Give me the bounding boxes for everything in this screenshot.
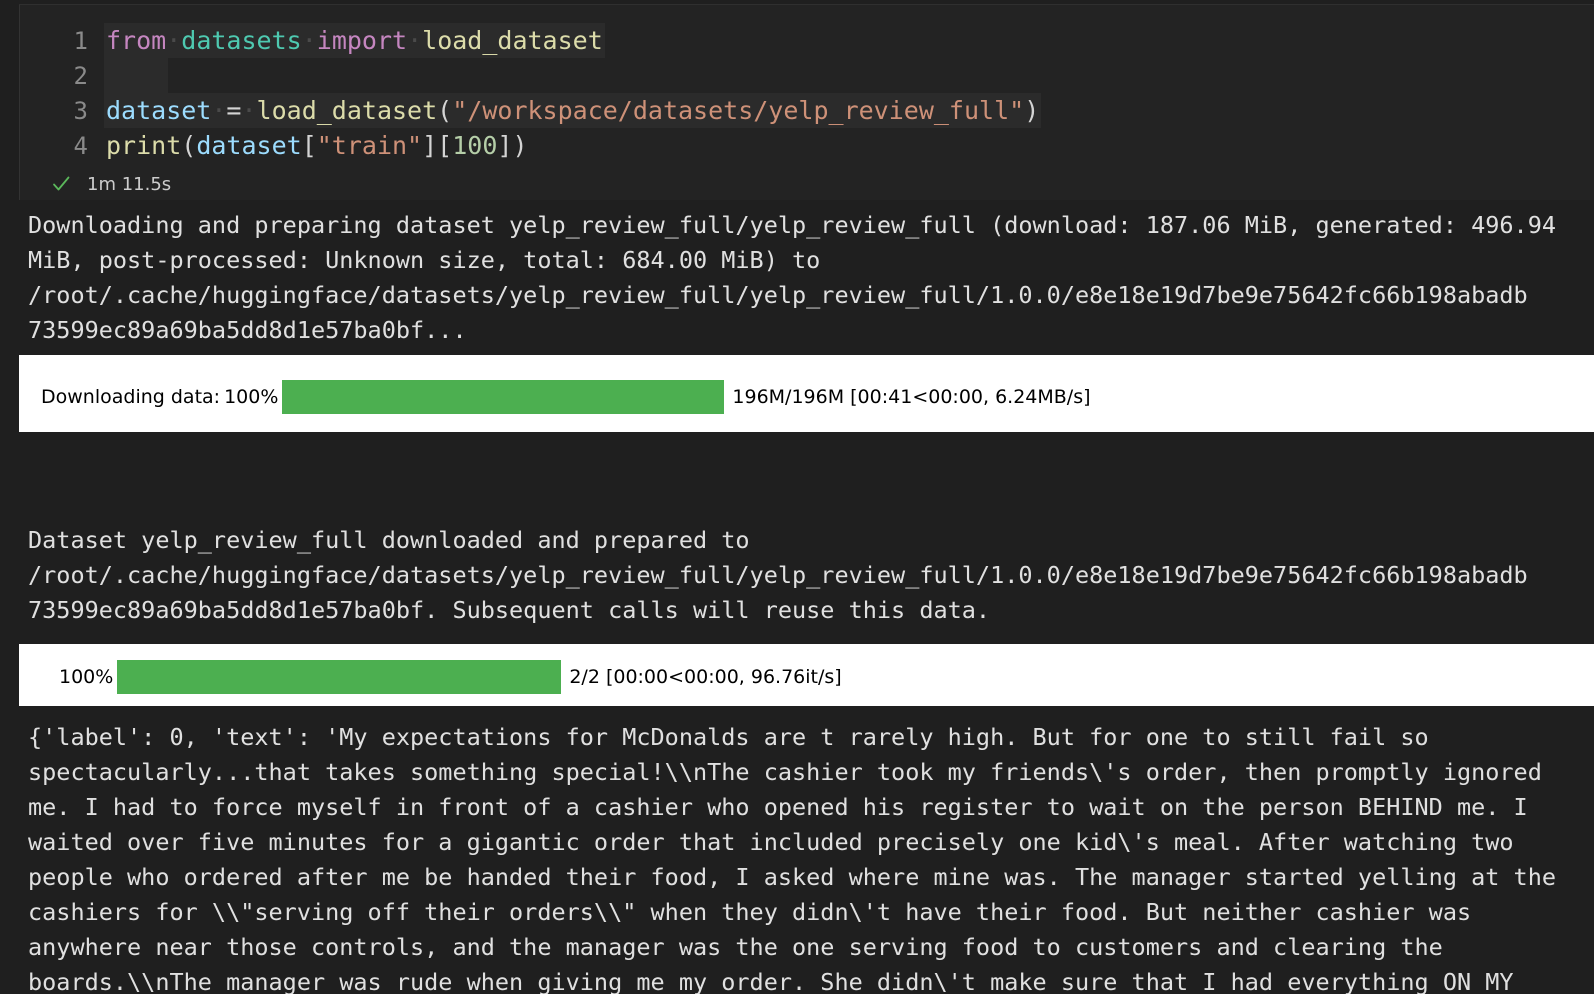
notebook-cell-view: ] 1from·datasets·import·load_dataset2 3d… [0,0,1594,994]
code-token: import [316,26,408,55]
line-number: 3 [73,97,88,125]
code-token: ( [181,131,197,160]
code-token: = [226,96,242,125]
code-token: datasets [181,26,302,55]
code-token: · [211,96,227,125]
code-line-text[interactable] [104,58,169,93]
code-token: "/workspace/datasets/yelp_review_full" [452,96,1025,125]
progress-track[interactable] [117,660,562,694]
code-line-text[interactable]: dataset·=·load_dataset("/workspace/datas… [104,93,1042,128]
code-token: load_dataset [422,26,603,55]
progress-widget-download: Downloading data: 100% 196M/196M [00:41<… [19,355,1594,432]
code-token: · [166,26,182,55]
code-token: from [106,26,167,55]
progress-fill [117,660,562,694]
code-token: ] [497,131,513,160]
code-token: ( [437,96,453,125]
code-line[interactable]: 3 dataset·=·load_dataset("/workspace/data… [20,93,1594,128]
progress-row: 100% 2/2 [00:00<00:00, 96.76it/s] [59,660,842,694]
code-line-text[interactable]: from·datasets·import·load_dataset [104,23,605,58]
code-editor[interactable]: 1 from·datasets·import·load_dataset 2 3 dat… [20,23,1594,163]
code-line[interactable]: 2 [20,58,1594,93]
cell-run-status: 1m 11.5s [19,168,171,200]
progress-widget-generate: 100% 2/2 [00:00<00:00, 96.76it/s] [19,644,1594,706]
execution-count-bracket: ] [0,168,14,192]
code-token: print [106,131,182,160]
code-token: · [241,96,257,125]
code-token: load_dataset [256,96,438,125]
code-cell[interactable]: 1 from·datasets·import·load_dataset 2 3 dat… [19,4,1594,200]
code-token: · [301,26,317,55]
code-token: ) [1024,96,1040,125]
progress-row: Downloading data: 100% 196M/196M [00:41<… [41,380,1091,414]
output-prepared-notice: Dataset yelp_review_full downloaded and … [28,526,1528,624]
code-token: [ [437,131,453,160]
progress-stats: 196M/196M [00:41<00:00, 6.24MB/s] [732,386,1091,408]
code-token: 100 [452,131,498,160]
code-line[interactable]: 1 from·datasets·import·load_dataset [20,23,1594,58]
code-token: "train" [316,131,423,160]
output-record-print: {'label': 0, 'text': 'My expectations fo… [28,723,1557,994]
progress-fill [282,380,725,414]
code-line-text[interactable]: print(dataset["train"][100]) [104,128,530,163]
code-token: ) [512,131,528,160]
code-line[interactable]: 4 print(dataset["train"][100]) [20,128,1594,163]
progress-label: Downloading data: [41,386,221,408]
execution-duration: 1m 11.5s [87,173,172,195]
code-token: dataset [106,96,212,125]
progress-stats: 2/2 [00:00<00:00, 96.76it/s] [569,666,842,688]
line-number: 1 [73,27,88,55]
line-number: 2 [73,62,88,90]
output-download-notice: Downloading and preparing dataset yelp_r… [28,211,1557,344]
progress-track[interactable] [282,380,725,414]
code-token: dataset [196,131,302,160]
code-token: [ [301,131,317,160]
line-number: 4 [73,132,88,160]
check-success-icon [51,174,71,194]
progress-percent: 100% [224,386,279,408]
code-token: ] [422,131,438,160]
code-token: · [407,26,423,55]
progress-percent: 100% [59,666,114,688]
